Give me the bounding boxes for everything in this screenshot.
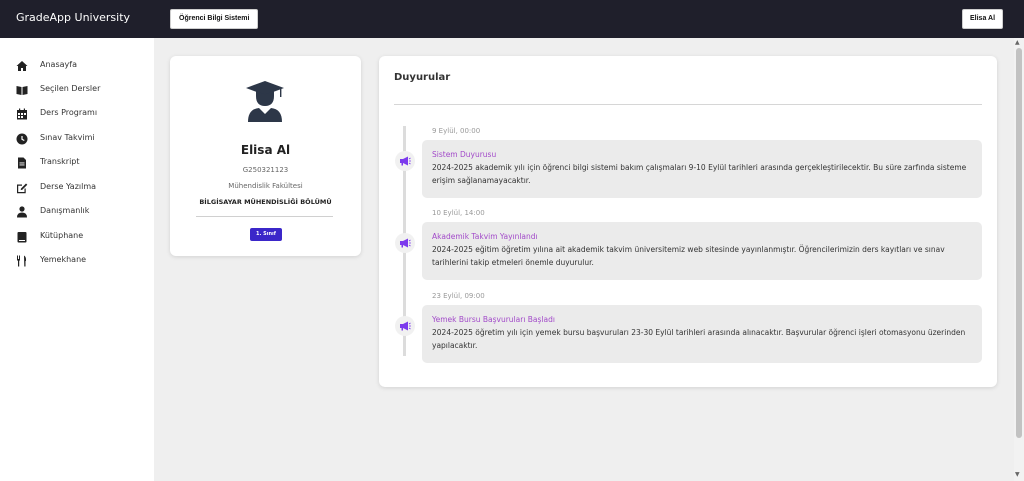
sidebar-item-exam-calendar[interactable]: Sınav Takvimi <box>16 132 146 148</box>
sidebar-item-label: Danışmanlık <box>40 206 90 215</box>
scroll-up-arrow-icon[interactable]: ▲ <box>1015 39 1020 46</box>
megaphone-icon <box>400 321 411 331</box>
megaphone-icon <box>400 156 411 166</box>
clock-icon <box>16 133 28 145</box>
home-icon <box>16 61 28 71</box>
sidebar-item-course-schedule[interactable]: Ders Programı <box>16 107 146 123</box>
profile-card: Elisa Al G250321123 Mühendislik Fakültes… <box>170 56 361 256</box>
sidebar-item-course-registration[interactable]: Derse Yazılma <box>16 181 146 197</box>
calendar-icon <box>17 108 27 120</box>
top-navbar: GradeApp University Öğrenci Bilgi Sistem… <box>0 0 1024 38</box>
library-icon <box>17 232 27 243</box>
student-name: Elisa Al <box>240 143 291 157</box>
main-content: Elisa Al G250321123 Mühendislik Fakültes… <box>154 38 1014 481</box>
announcements-card: Duyurular 9 Eylül, 00:00 Sistem Duyurusu… <box>379 56 997 387</box>
timeline-marker <box>395 316 415 336</box>
scrollbar-thumb[interactable] <box>1016 48 1022 438</box>
megaphone-icon <box>400 238 411 248</box>
department-name: BİLGİSAYAR MÜHENDİSLİĞİ BÖLÜMÜ <box>199 198 332 206</box>
brand-logo-text[interactable]: GradeApp University <box>16 11 130 24</box>
announcement-item[interactable]: Akademik Takvim Yayınlandı 2024-2025 eği… <box>422 222 982 280</box>
announcement-item[interactable]: Yemek Bursu Başvuruları Başladı 2024-202… <box>422 305 982 363</box>
announcement-date: 10 Eylül, 14:00 <box>432 209 485 217</box>
timeline-marker <box>395 233 415 253</box>
sidebar-item-label: Derse Yazılma <box>40 182 97 191</box>
book-icon <box>16 86 28 95</box>
sidebar-item-label: Ders Programı <box>40 108 98 117</box>
announcements-title: Duyurular <box>394 72 451 83</box>
sidebar-item-label: Yemekhane <box>40 255 87 264</box>
graduate-avatar-icon <box>246 81 284 122</box>
sidebar-item-label: Sınav Takvimi <box>40 133 95 142</box>
sidebar-item-advising[interactable]: Danışmanlık <box>16 205 146 221</box>
sidebar-item-label: Seçilen Dersler <box>40 84 101 93</box>
announcement-title[interactable]: Akademik Takvim Yayınlandı <box>432 231 972 242</box>
document-icon <box>18 157 26 169</box>
sidebar-item-selected-courses[interactable]: Seçilen Dersler <box>16 83 146 99</box>
announcement-body: 2024-2025 akademik yılı için öğrenci bil… <box>432 163 967 185</box>
sidebar-item-transcript[interactable]: Transkript <box>16 156 146 172</box>
edit-icon <box>17 183 28 194</box>
student-system-button[interactable]: Öğrenci Bilgi Sistemi <box>170 9 259 29</box>
sidebar-item-library[interactable]: Kütüphane <box>16 230 146 246</box>
timeline-marker <box>395 151 415 171</box>
grade-badge: 1. Sınıf <box>250 228 282 241</box>
utensils-icon <box>17 255 27 267</box>
student-id: G250321123 <box>242 166 289 174</box>
scroll-down-arrow-icon[interactable]: ▼ <box>1015 471 1020 478</box>
page-scrollbar[interactable]: ▲ ▼ <box>1014 38 1024 481</box>
sidebar-item-label: Transkript <box>40 157 80 166</box>
sidebar-item-label: Anasayfa <box>40 60 77 69</box>
sidebar-item-dining-hall[interactable]: Yemekhane <box>16 254 146 270</box>
sidebar-item-label: Kütüphane <box>40 231 84 240</box>
announcement-body: 2024-2025 eğitim öğretim yılına ait akad… <box>432 245 945 267</box>
announcement-item[interactable]: Sistem Duyurusu 2024-2025 akademik yılı … <box>422 140 982 198</box>
announcement-date: 23 Eylül, 09:00 <box>432 292 485 300</box>
announcement-date: 9 Eylül, 00:00 <box>432 127 481 135</box>
sidebar-item-home[interactable]: Anasayfa <box>16 59 146 75</box>
announcements-divider <box>394 104 982 105</box>
sidebar: Anasayfa Seçilen Dersler Ders Programı S… <box>0 38 154 481</box>
announcement-body: 2024-2025 öğretim yılı için yemek bursu … <box>432 328 966 350</box>
announcement-title[interactable]: Yemek Bursu Başvuruları Başladı <box>432 314 972 325</box>
advisor-icon <box>17 206 27 218</box>
profile-divider <box>196 216 333 217</box>
faculty-name: Mühendislik Fakültesi <box>228 182 303 190</box>
user-menu-button[interactable]: Elisa Al <box>962 9 1004 29</box>
announcement-title[interactable]: Sistem Duyurusu <box>432 149 972 160</box>
